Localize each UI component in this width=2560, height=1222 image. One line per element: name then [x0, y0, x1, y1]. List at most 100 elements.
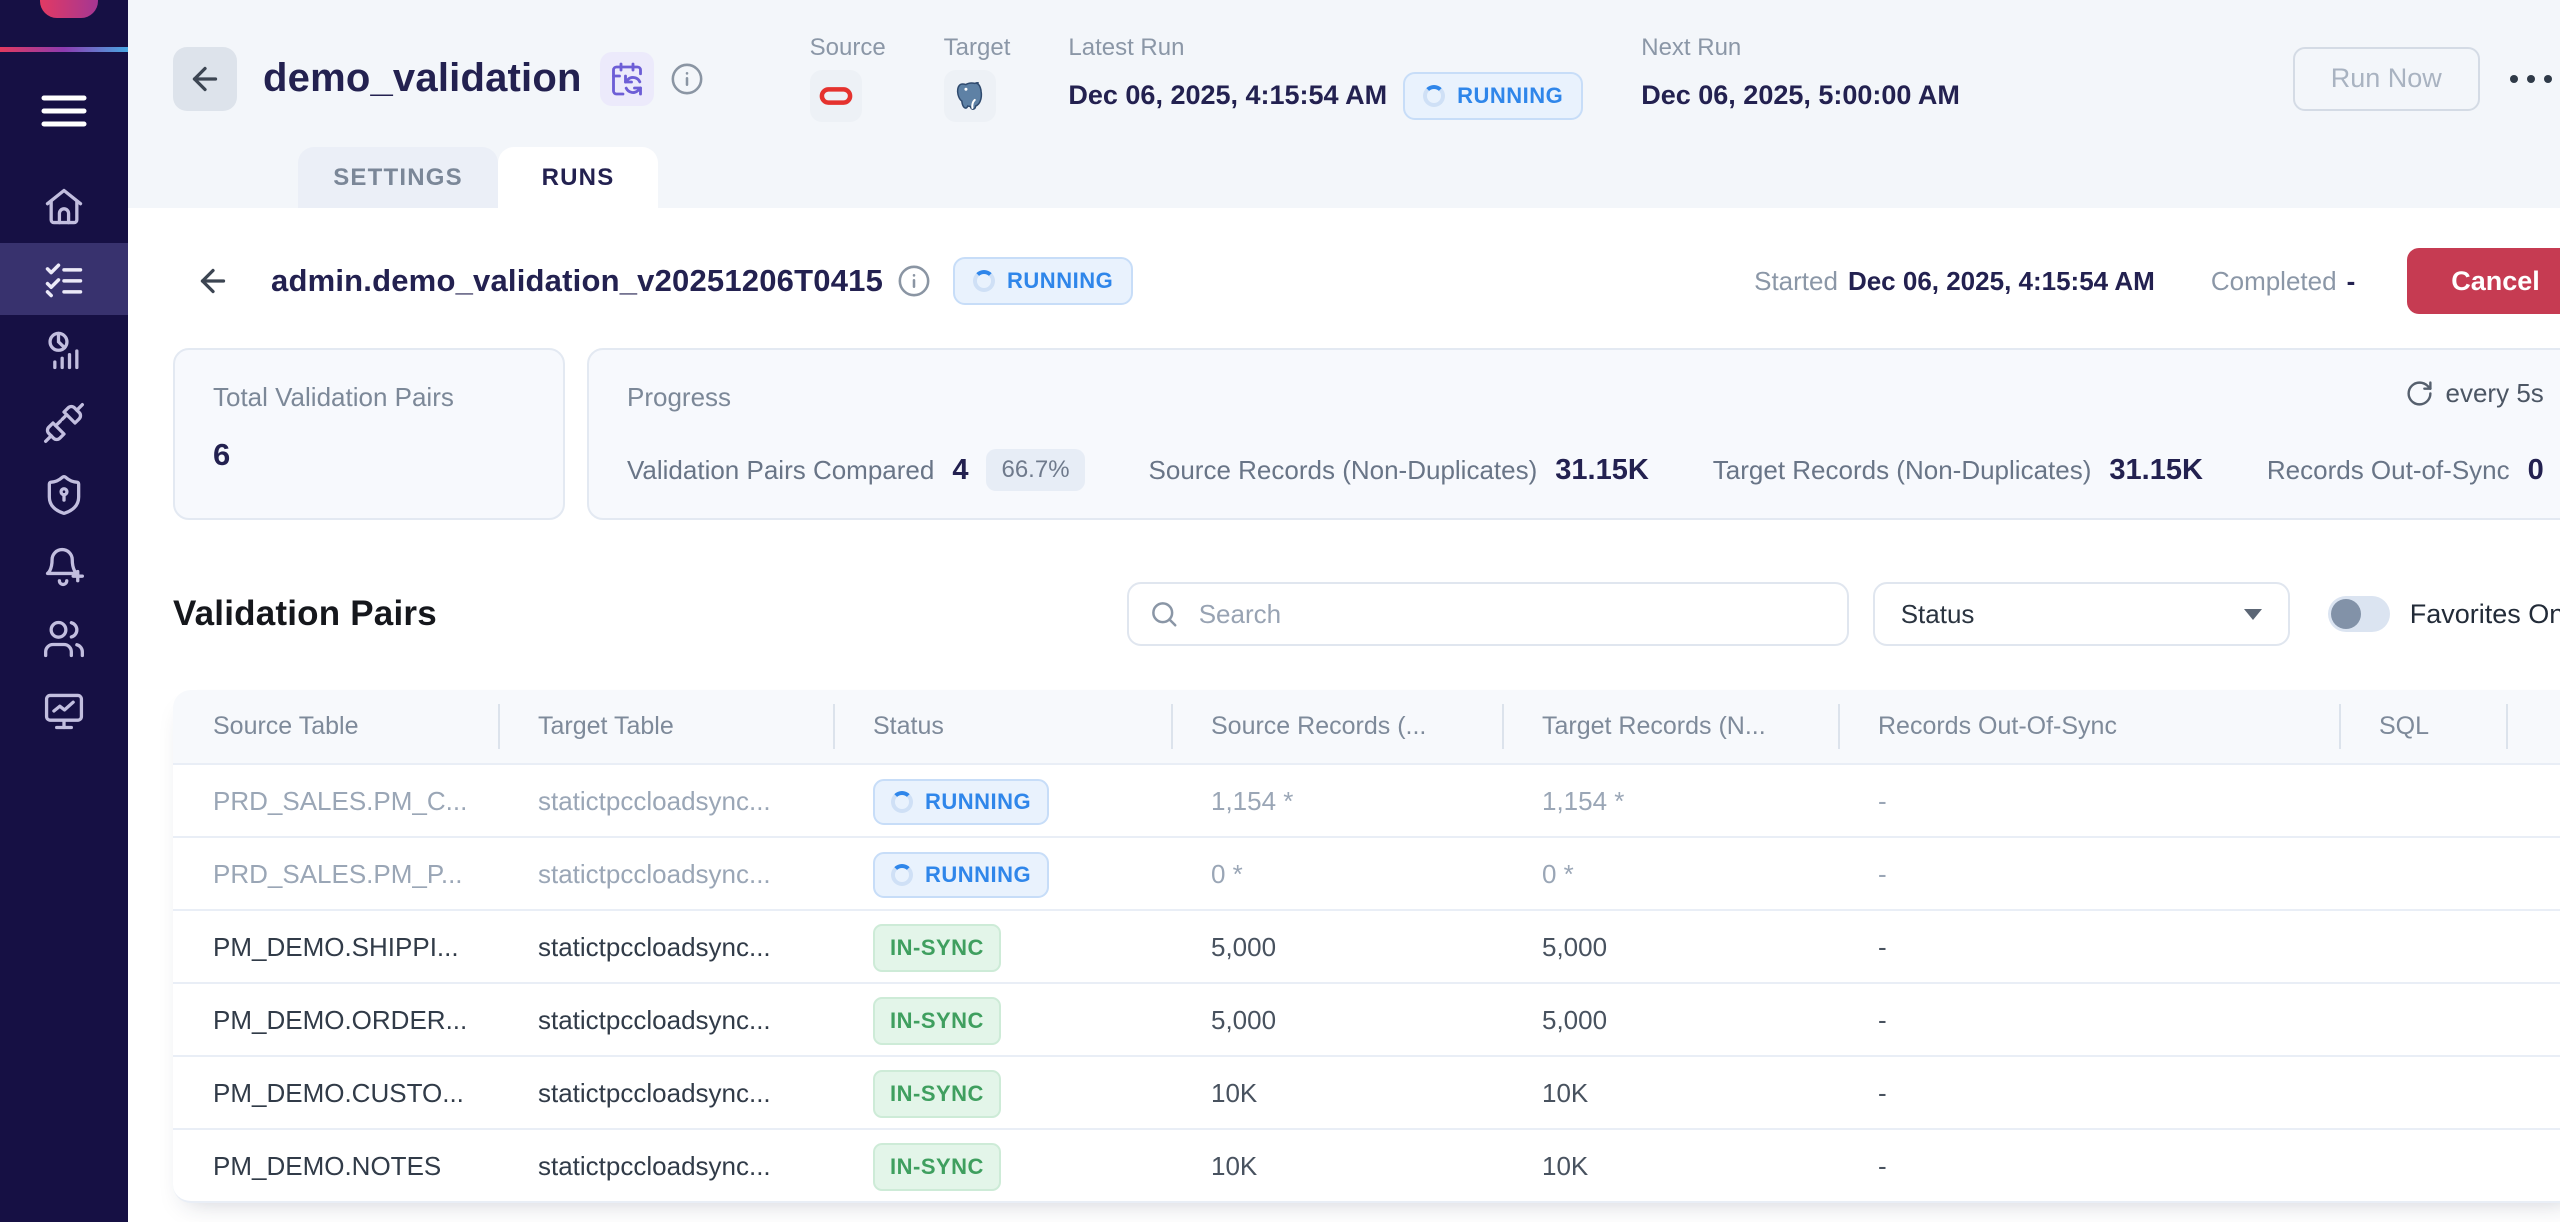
search-icon [1149, 599, 1179, 629]
cell-source: PRD_SALES.PM_P... [173, 838, 498, 911]
sidebar-item-security[interactable] [0, 459, 128, 531]
cell-status: IN-SYNC [833, 911, 1171, 984]
spinner-icon [973, 270, 995, 292]
cell-source-records: 0 * [1171, 838, 1502, 911]
cell-sql [2339, 1057, 2506, 1130]
metric-target-records: Target Records (Non-Duplicates) 31.15K [1713, 454, 2203, 487]
latest-run-label: Latest Run [1068, 34, 1583, 68]
cell-status: RUNNING [833, 838, 1171, 911]
sidebar-item-monitoring[interactable] [0, 315, 128, 387]
table-row[interactable]: PM_DEMO.CUSTO... statictpccloadsync... I… [173, 1055, 2560, 1128]
refresh-icon [2405, 379, 2434, 408]
col-target-records: Target Records (N... [1502, 690, 1838, 763]
table-row[interactable]: PM_DEMO.NOTES statictpccloadsync... IN-S… [173, 1128, 2560, 1201]
page-title: demo_validation [263, 56, 582, 101]
completed-at: Completed- [2211, 266, 2355, 297]
sidebar-item-connections[interactable] [0, 387, 128, 459]
cell-out-of-sync: - [1838, 765, 2339, 838]
cell-source-records: 10K [1171, 1130, 1502, 1203]
info-icon [670, 62, 704, 96]
cell-source-records: 10K [1171, 1057, 1502, 1130]
col-overflow [2506, 690, 2560, 763]
next-run-meta: Next Run Dec 06, 2025, 5:00:00 AM [1641, 34, 1960, 124]
total-pairs-card: Total Validation Pairs 6 [173, 348, 565, 520]
main-area: demo_validation Source Target [128, 0, 2560, 1222]
cell-source: PM_DEMO.NOTES [173, 1130, 498, 1203]
running-badge: RUNNING [873, 852, 1049, 898]
section-title: Validation Pairs [173, 594, 437, 634]
validation-pairs-table: Source Table Target Table Status Source … [173, 690, 2560, 1203]
more-menu-button[interactable] [2506, 65, 2556, 93]
run-now-button[interactable]: Run Now [2293, 47, 2480, 111]
run-meta: Source Target Late [810, 34, 1960, 124]
run-info-button[interactable] [897, 264, 931, 298]
validation-pairs-header: Validation Pairs Status Favorites Only [173, 582, 2560, 646]
tab-runs[interactable]: RUNS [498, 147, 658, 208]
col-source-records: Source Records (... [1171, 690, 1502, 763]
run-back-button[interactable] [195, 263, 231, 299]
sidebar-item-dashboards[interactable] [0, 675, 128, 747]
cell-sql [2339, 911, 2506, 984]
schedule-button[interactable] [600, 52, 654, 106]
run-status-badge: RUNNING [953, 257, 1133, 305]
stats-cards: Total Validation Pairs 6 Progress every … [173, 348, 2560, 520]
spinner-icon [891, 864, 913, 886]
table-row[interactable]: PRD_SALES.PM_P... statictpccloadsync... … [173, 836, 2560, 909]
cell-source: PM_DEMO.CUSTO... [173, 1057, 498, 1130]
cell-source: PM_DEMO.ORDER... [173, 984, 498, 1057]
favorites-label: Favorites Only [2410, 599, 2560, 630]
insync-badge: IN-SYNC [873, 1070, 1001, 1118]
sidebar-nav [0, 171, 128, 747]
chevron-down-icon [2244, 609, 2262, 620]
metric-out-of-sync: Records Out-of-Sync 0 [2267, 454, 2544, 487]
cell-out-of-sync: - [1838, 984, 2339, 1057]
alerts-bell-plus-icon [42, 545, 86, 589]
spinner-icon [891, 791, 913, 813]
tab-bar: SETTINGS RUNS [298, 147, 658, 208]
cell-target: statictpccloadsync... [498, 765, 833, 838]
sidebar-item-home[interactable] [0, 171, 128, 243]
target-label: Target [944, 34, 1011, 68]
sidebar-item-alerts[interactable] [0, 531, 128, 603]
running-badge: RUNNING [873, 779, 1049, 825]
total-pairs-label: Total Validation Pairs [213, 382, 525, 413]
progress-metrics: Validation Pairs Compared 4 66.7% Source… [627, 449, 2544, 491]
table-row[interactable]: PM_DEMO.SHIPPI... statictpccloadsync... … [173, 909, 2560, 982]
search-box [1127, 582, 1849, 646]
back-button[interactable] [173, 47, 237, 111]
cell-sql [2339, 765, 2506, 838]
validation-info-button[interactable] [670, 62, 704, 96]
col-status: Status [833, 690, 1171, 763]
cell-out-of-sync: - [1838, 911, 2339, 984]
table-row[interactable]: PRD_SALES.PM_C... statictpccloadsync... … [173, 763, 2560, 836]
postgres-icon [944, 70, 996, 122]
cell-source-records: 5,000 [1171, 911, 1502, 984]
cell-status: IN-SYNC [833, 1057, 1171, 1130]
cell-target-records: 5,000 [1502, 984, 1838, 1057]
cell-status: RUNNING [833, 765, 1171, 838]
sidebar-item-validations[interactable] [0, 243, 128, 315]
status-filter-select[interactable]: Status [1873, 582, 2290, 646]
source-label: Source [810, 34, 886, 68]
table-row[interactable]: PM_DEMO.ORDER... statictpccloadsync... I… [173, 982, 2560, 1055]
users-icon [42, 617, 86, 661]
hamburger-menu-button[interactable] [0, 86, 128, 136]
cell-target-records: 0 * [1502, 838, 1838, 911]
info-icon [897, 264, 931, 298]
connections-plug-icon [42, 401, 86, 445]
cell-source: PM_DEMO.SHIPPI... [173, 911, 498, 984]
target-meta: Target [944, 34, 1011, 124]
search-input[interactable] [1199, 599, 1827, 630]
sidebar-item-users[interactable] [0, 603, 128, 675]
run-title: admin.demo_validation_v20251206T0415 [271, 263, 883, 299]
cell-target: statictpccloadsync... [498, 1130, 833, 1203]
list-checks-icon [42, 257, 86, 301]
tab-settings[interactable]: SETTINGS [298, 147, 498, 208]
cell-source-records: 5,000 [1171, 984, 1502, 1057]
next-run-value: Dec 06, 2025, 5:00:00 AM [1641, 80, 1960, 111]
cancel-run-button[interactable]: Cancel [2407, 248, 2560, 314]
cell-target-records: 1,154 * [1502, 765, 1838, 838]
percent-badge: 66.7% [986, 449, 1084, 491]
cell-out-of-sync: - [1838, 1057, 2339, 1130]
favorites-toggle[interactable] [2328, 596, 2390, 632]
